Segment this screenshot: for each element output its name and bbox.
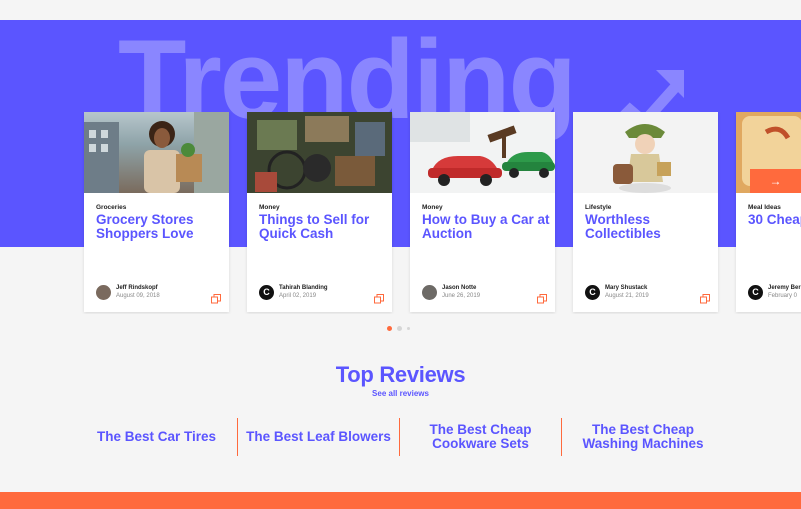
author-name: Tahirah Blanding — [279, 285, 328, 291]
article-author: C Mary Shustack August 21, 2019 — [585, 284, 649, 300]
article-date: August 21, 2019 — [605, 293, 649, 299]
article-card[interactable]: Groceries Grocery Stores Shoppers Love J… — [84, 112, 229, 312]
arrow-right-icon: → — [769, 174, 782, 188]
top-reviews-list: The Best Car Tires The Best Leaf Blowers… — [76, 418, 734, 456]
article-image — [410, 112, 555, 193]
article-image — [573, 112, 718, 193]
author-name: Mary Shustack — [605, 285, 648, 291]
carousel-next-button[interactable]: → — [750, 169, 801, 193]
bookmark-icon[interactable] — [374, 294, 384, 304]
article-date: April 02, 2019 — [279, 293, 317, 299]
article-author: Jeff Rindskopf August 09, 2018 — [96, 284, 160, 300]
review-link[interactable]: The Best Cheap Washing Machines — [562, 418, 724, 456]
article-card[interactable]: Money How to Buy a Car at Auction Jason … — [410, 112, 555, 312]
footer-band — [0, 492, 801, 509]
article-title[interactable]: Things to Sell for Quick Cash — [259, 213, 387, 241]
author-avatar: C — [585, 284, 600, 300]
bookmark-icon[interactable] — [700, 294, 710, 304]
carousel-dot[interactable] — [407, 327, 410, 330]
article-category: Meal Ideas — [748, 204, 781, 211]
article-category: Money — [422, 204, 443, 211]
carousel-pagination — [387, 326, 410, 331]
author-name: Jeremy Ber — [768, 285, 801, 291]
article-card[interactable]: Money Things to Sell for Quick Cash C Ta… — [247, 112, 392, 312]
author-name: Jeff Rindskopf — [116, 285, 158, 291]
article-image — [247, 112, 392, 193]
author-avatar: C — [259, 284, 274, 300]
trending-carousel: Groceries Grocery Stores Shoppers Love J… — [0, 112, 801, 314]
author-avatar: C — [748, 284, 763, 300]
article-category: Groceries — [96, 204, 127, 211]
author-avatar — [422, 284, 437, 300]
article-author: Jason Notte June 26, 2019 — [422, 284, 480, 300]
article-author: C Jeremy Ber February 0 — [748, 284, 801, 300]
review-link[interactable]: The Best Leaf Blowers — [238, 418, 400, 456]
article-title[interactable]: How to Buy a Car at Auction — [422, 213, 550, 241]
article-title[interactable]: 30 Cheap Breakfast — [748, 213, 801, 227]
article-category: Money — [259, 204, 280, 211]
article-category: Lifestyle — [585, 204, 612, 211]
article-author: C Tahirah Blanding April 02, 2019 — [259, 284, 328, 300]
carousel-dot[interactable] — [397, 326, 402, 331]
carousel-dot[interactable] — [387, 326, 392, 331]
author-name: Jason Notte — [442, 285, 477, 291]
bookmark-icon[interactable] — [211, 294, 221, 304]
see-all-reviews-link[interactable]: See all reviews — [0, 389, 801, 398]
article-image — [84, 112, 229, 193]
article-title[interactable]: Grocery Stores Shoppers Love — [96, 213, 224, 241]
article-date: February 0 — [768, 293, 798, 299]
article-card[interactable]: Meal Ideas 30 Cheap Breakfast C Jeremy B… — [736, 112, 801, 312]
article-title[interactable]: Worthless Collectibles — [585, 213, 713, 241]
review-link[interactable]: The Best Car Tires — [76, 418, 238, 456]
top-reviews-heading: Top Reviews — [335, 362, 466, 387]
article-date: August 09, 2018 — [116, 293, 160, 299]
article-card[interactable]: Lifestyle Worthless Collectibles C Mary … — [573, 112, 718, 312]
article-date: June 26, 2019 — [442, 293, 481, 299]
bookmark-icon[interactable] — [537, 294, 547, 304]
review-link[interactable]: The Best Cheap Cookware Sets — [400, 418, 562, 456]
author-avatar — [96, 284, 111, 300]
